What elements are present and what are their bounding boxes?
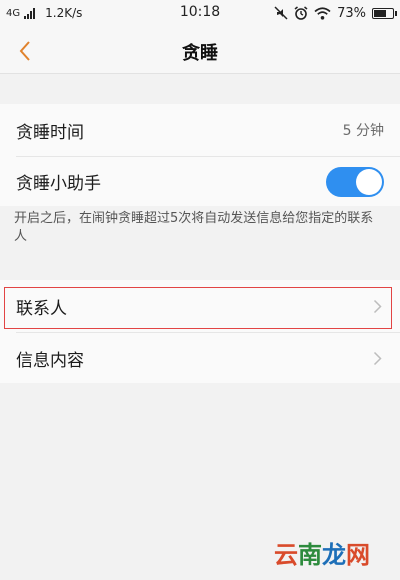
assistant-hint-text: 开启之后，在闹钟贪睡超过5次将自动发送信息给您指定的联系人	[14, 211, 374, 244]
mute-icon	[274, 6, 288, 20]
watermark-char: 网	[346, 541, 370, 569]
alarm-icon	[294, 6, 308, 20]
message-content-label: 信息内容	[16, 350, 84, 371]
snooze-settings-group: 贪睡时间 5 分钟 贪睡小助手	[0, 104, 400, 206]
back-button[interactable]	[8, 34, 42, 68]
snooze-assistant-label: 贪睡小助手	[16, 174, 101, 194]
snooze-assistant-toggle[interactable]	[326, 166, 384, 197]
watermark-char: 云	[274, 541, 298, 569]
contacts-row[interactable]: 联系人	[0, 280, 400, 332]
contacts-label: 联系人	[16, 298, 67, 319]
battery-icon	[372, 7, 397, 19]
signal-icon	[24, 7, 36, 19]
network-type: 4G	[6, 7, 21, 19]
battery-percent: 73%	[337, 5, 366, 21]
snooze-time-row[interactable]: 贪睡时间 5 分钟	[0, 104, 400, 156]
watermark-char: 龙	[322, 541, 346, 569]
status-left: 4G 1.2K/s	[6, 0, 82, 26]
watermark-logo: 云 南 龙 网	[274, 535, 370, 570]
toggle-knob	[356, 168, 382, 195]
snooze-time-value: 5 分钟	[342, 123, 384, 139]
contact-settings-group: 联系人 信息内容	[0, 280, 400, 383]
nav-bar: 贪睡	[0, 26, 400, 74]
snooze-time-label: 贪睡时间	[16, 122, 84, 143]
battery-fill	[374, 9, 386, 17]
watermark-char: 南	[298, 541, 322, 569]
status-bar: 4G 1.2K/s 10:18 73%	[0, 0, 400, 26]
network-speed: 1.2K/s	[45, 6, 83, 20]
snooze-assistant-row: 贪睡小助手	[0, 157, 400, 206]
chevron-right-icon	[373, 351, 382, 365]
chevron-right-icon	[373, 299, 382, 313]
page-title: 贪睡	[182, 43, 218, 64]
status-right: 73%	[274, 0, 397, 26]
message-content-row[interactable]: 信息内容	[0, 333, 400, 383]
wifi-icon	[314, 6, 331, 20]
chevron-left-icon	[19, 41, 30, 61]
